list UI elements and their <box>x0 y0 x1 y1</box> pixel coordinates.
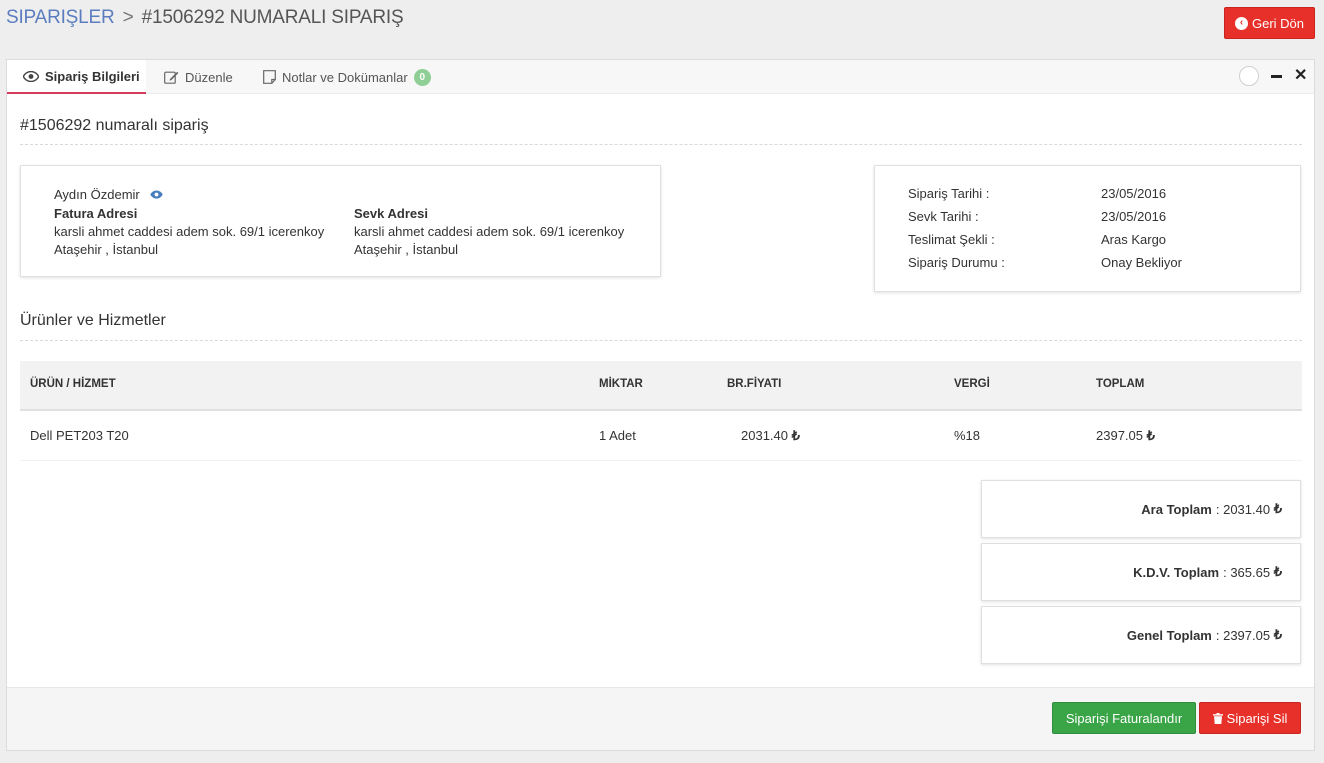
shipping-address-line1: karsli ahmet caddesi adem sok. 69/1 icer… <box>354 224 625 239</box>
notes-count-badge: 0 <box>413 68 431 86</box>
collapse-icon[interactable] <box>1271 74 1282 78</box>
info-value: 23/05/2016 <box>1101 186 1167 201</box>
tab-order-info-label: Sipariş Bilgileri <box>45 68 140 84</box>
product-name: Dell PET203 T20 <box>30 428 129 443</box>
shipping-address-title: Sevk Adresi <box>354 206 428 221</box>
grand-total-label: Genel Toplam <box>1126 627 1212 643</box>
order-portlet: Sipariş Bilgileri Düzenle Notlar ve Dokü… <box>6 59 1315 751</box>
back-button-label: Geri Dön <box>1251 15 1305 31</box>
info-label: Sipariş Tarihi : <box>908 186 990 201</box>
subtotal-box: Ara Toplam: 2031.40 ₺ <box>981 480 1301 538</box>
product-tax: %18 <box>954 428 981 443</box>
tab-order-info[interactable]: Sipariş Bilgileri <box>7 60 146 94</box>
column-header-total: TOPLAM <box>1096 378 1145 390</box>
info-label: Teslimat Şekli : <box>908 232 995 247</box>
fullscreen-toggle[interactable] <box>1239 66 1259 86</box>
vat-total-value: 365.65 <box>1230 564 1271 580</box>
order-info-card: Sipariş Tarihi : 23/05/2016 Sevk Tarihi … <box>874 165 1301 292</box>
billing-address-line2: Ataşehir , İstanbul <box>54 242 159 257</box>
products-table: ÜRÜN / HİZMET MİKTAR BR.FİYATI VERGİ TOP… <box>20 361 1302 461</box>
product-quantity: 1 Adet <box>599 428 636 443</box>
customer-name: Aydın Özdemir <box>54 187 140 202</box>
divider <box>20 340 1302 341</box>
edit-icon <box>164 71 179 84</box>
info-label: Sipariş Durumu : <box>908 255 1005 270</box>
info-value: Onay Bekliyor <box>1101 255 1182 270</box>
trash-icon <box>1212 712 1223 724</box>
column-header-product: ÜRÜN / HİZMET <box>30 378 116 390</box>
eye-icon <box>23 70 39 82</box>
note-icon <box>263 70 276 84</box>
subtotal-label: Ara Toplam <box>1141 501 1212 517</box>
subtotal-value: 2031.40 <box>1223 501 1271 517</box>
tab-edit[interactable]: Düzenle <box>164 60 233 94</box>
invoice-order-button[interactable]: Siparişi Faturalandır <box>1052 702 1196 734</box>
column-header-quantity: MİKTAR <box>599 378 643 390</box>
grand-total-value: 2397.05 <box>1223 627 1271 643</box>
billing-address: Fatura Adresi karsli ahmet caddesi adem … <box>54 205 324 259</box>
eye-icon[interactable] <box>150 190 163 199</box>
vat-total-box: K.D.V. Toplam: 365.65 ₺ <box>981 543 1301 601</box>
delete-order-label: Siparişi Sil <box>1226 710 1288 726</box>
product-total: 2397.05 ₺ <box>1096 428 1155 443</box>
shipping-address: Sevk Adresi karsli ahmet caddesi adem so… <box>354 205 624 259</box>
column-header-unit-price: BR.FİYATI <box>727 378 782 390</box>
breadcrumb-current: #1506292 NUMARALI SIPARIŞ <box>141 7 404 28</box>
shipping-address-line2: Ataşehir , İstanbul <box>354 242 459 257</box>
portlet-tools: ✕ <box>1239 66 1307 86</box>
delete-order-button[interactable]: Siparişi Sil <box>1199 702 1301 734</box>
info-value: Aras Kargo <box>1101 232 1167 247</box>
tab-bar: Sipariş Bilgileri Düzenle Notlar ve Dokü… <box>7 60 1314 94</box>
vat-total-label: K.D.V. Toplam <box>1133 564 1220 580</box>
customer-name-row: Aydın Özdemir <box>54 187 163 202</box>
column-header-tax: VERGİ <box>954 378 990 390</box>
divider <box>20 144 1302 145</box>
billing-address-title: Fatura Adresi <box>54 206 138 221</box>
tab-notes-documents[interactable]: Notlar ve Dokümanlar 0 <box>263 60 431 94</box>
table-row: Dell PET203 T20 1 Adet 2031.40 ₺ %18 239… <box>20 411 1302 461</box>
order-title: #1506292 numaralı sipariş <box>20 117 209 134</box>
portlet-footer: Siparişi Faturalandır Siparişi Sil <box>7 687 1314 750</box>
grand-total-box: Genel Toplam: 2397.05 ₺ <box>981 606 1301 664</box>
tab-edit-label: Düzenle <box>185 69 233 85</box>
breadcrumb-orders-link[interactable]: SIPARIŞLER <box>6 7 115 28</box>
breadcrumb-separator: > <box>122 7 134 28</box>
products-title: Ürünler ve Hizmetler <box>20 312 166 329</box>
invoice-order-label: Siparişi Faturalandır <box>1065 710 1183 726</box>
tab-notes-label: Notlar ve Dokümanlar <box>282 69 408 85</box>
billing-address-line1: karsli ahmet caddesi adem sok. 69/1 icer… <box>54 224 325 239</box>
table-header: ÜRÜN / HİZMET MİKTAR BR.FİYATI VERGİ TOP… <box>20 361 1302 411</box>
customer-card: Aydın Özdemir Fatura Adresi karsli ahmet… <box>20 165 661 277</box>
info-label: Sevk Tarihi : <box>908 209 979 224</box>
close-icon[interactable]: ✕ <box>1294 68 1307 84</box>
chevron-left-circle-icon: ‹ <box>1234 16 1248 30</box>
product-unit-price: 2031.40 ₺ <box>741 428 800 443</box>
back-button[interactable]: ‹ Geri Dön <box>1224 7 1315 39</box>
breadcrumb: SIPARIŞLER > #1506292 NUMARALI SIPARIŞ <box>6 7 404 29</box>
info-value: 23/05/2016 <box>1101 209 1167 224</box>
